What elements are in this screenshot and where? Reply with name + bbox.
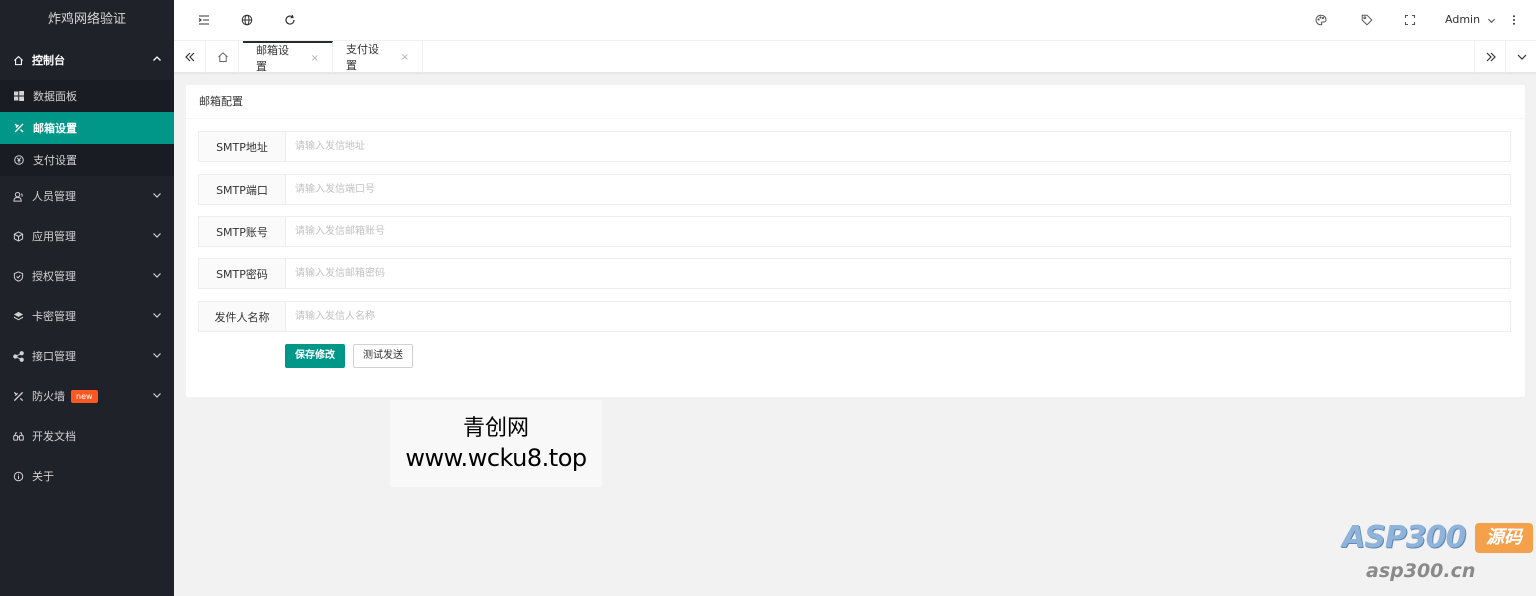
field-label: SMTP密码	[199, 259, 286, 288]
watermark-brand-tag: 源码	[1475, 523, 1533, 553]
tools-icon	[12, 390, 24, 402]
tab-home[interactable]	[207, 41, 239, 73]
smtp-password-input[interactable]	[286, 259, 1510, 288]
sidebar-item-payment-settings[interactable]: 支付设置	[0, 144, 174, 176]
watermark-brand: ASP300	[1342, 520, 1466, 555]
home-icon	[217, 52, 228, 62]
sidebar-item-users[interactable]: 人员管理	[0, 176, 174, 216]
close-icon[interactable]: ×	[401, 52, 409, 63]
top-header: Admin	[174, 0, 1536, 41]
sender-name-input[interactable]	[286, 302, 1510, 331]
double-chevron-right-icon	[1486, 52, 1496, 62]
tab-label: 邮箱设置	[256, 44, 289, 73]
tab-bar: 邮箱设置 × 支付设置 ×	[174, 41, 1536, 73]
chevron-down-icon	[153, 233, 161, 238]
email-config-card: 邮箱配置 SMTP地址 SMTP端口 SMTP账号 SMTP密码 发件人名称 保…	[186, 85, 1525, 397]
sidebar-item-label: 应用管理	[32, 230, 76, 243]
chevron-down-icon	[1517, 54, 1526, 60]
sidebar-item-docs[interactable]: 开发文档	[0, 416, 174, 456]
sidebar-item-dashboard[interactable]: 数据面板	[0, 80, 174, 112]
sidebar-item-label: 开发文档	[32, 430, 76, 443]
watermark-asp300: ASP300 源码 asp300.cn	[1340, 520, 1536, 590]
chevron-down-icon	[1487, 18, 1495, 23]
watermark-line1: 青创网	[462, 416, 529, 441]
sidebar-item-apps[interactable]: 应用管理	[0, 216, 174, 256]
layers-icon	[12, 310, 24, 322]
fullscreen-icon[interactable]	[1404, 14, 1416, 26]
home-icon	[12, 54, 24, 66]
chevron-down-icon	[153, 353, 161, 358]
watermark-brand-url: asp300.cn	[1366, 560, 1476, 582]
menu-fold-icon[interactable]	[198, 14, 210, 26]
user-icon	[12, 190, 24, 202]
sidebar-item-label: 授权管理	[32, 270, 76, 283]
binoculars-icon	[12, 430, 24, 442]
shield-check-icon	[12, 270, 24, 282]
sidebar-item-label: 数据面板	[33, 90, 77, 103]
test-send-button[interactable]: 测试发送	[353, 344, 413, 368]
cube-icon	[12, 230, 24, 242]
sidebar-item-authorization[interactable]: 授权管理	[0, 256, 174, 296]
sidebar-item-firewall[interactable]: 防火墙 new	[0, 376, 174, 416]
new-badge: new	[71, 389, 98, 403]
console-submenu: 数据面板 邮箱设置 支付设置	[0, 80, 174, 176]
smtp-host-input[interactable]	[286, 132, 1510, 161]
tab-label: 支付设置	[346, 43, 379, 72]
double-chevron-left-icon	[184, 52, 194, 62]
tab-email-settings[interactable]: 邮箱设置 ×	[243, 41, 333, 73]
sidebar: 炸鸡网络验证 控制台 数据面板 邮箱设置 支付设置 人员管理 应用管理 授权管理…	[0, 0, 174, 596]
card-title: 邮箱配置	[186, 85, 1525, 119]
form-row-smtp-host: SMTP地址	[198, 131, 1511, 162]
sidebar-item-label: 接口管理	[32, 350, 76, 363]
form-row-smtp-port: SMTP端口	[198, 174, 1511, 205]
smtp-port-input[interactable]	[286, 175, 1510, 204]
app-logo-title: 炸鸡网络验证	[0, 0, 174, 40]
share-icon	[12, 350, 24, 362]
sidebar-item-label: 卡密管理	[32, 310, 76, 323]
save-button[interactable]: 保存修改	[285, 344, 345, 368]
chevron-down-icon	[153, 313, 161, 318]
tag-icon[interactable]	[1361, 14, 1373, 26]
sidebar-item-label: 关于	[32, 470, 54, 483]
info-icon	[12, 470, 24, 482]
chevron-down-icon	[153, 393, 161, 398]
user-name: Admin	[1445, 13, 1481, 26]
form-row-smtp-password: SMTP密码	[198, 258, 1511, 289]
sidebar-item-about[interactable]: 关于	[0, 456, 174, 496]
field-label: SMTP端口	[199, 175, 286, 204]
tab-scroll-left-button[interactable]	[174, 41, 206, 73]
tab-scroll-right-button[interactable]	[1474, 41, 1506, 73]
field-label: 发件人名称	[199, 302, 286, 331]
theme-icon[interactable]	[1315, 14, 1327, 26]
user-menu[interactable]: Admin	[1445, 13, 1496, 26]
sidebar-item-label: 防火墙	[32, 390, 65, 403]
tools-icon	[14, 123, 24, 133]
tab-menu-button[interactable]	[1505, 41, 1536, 73]
sidebar-item-api[interactable]: 接口管理	[0, 336, 174, 376]
smtp-account-input[interactable]	[286, 217, 1510, 246]
sidebar-item-cards[interactable]: 卡密管理	[0, 296, 174, 336]
field-label: SMTP地址	[199, 132, 286, 161]
sidebar-item-label: 支付设置	[33, 154, 77, 167]
yen-circle-icon	[14, 155, 24, 165]
field-label: SMTP账号	[199, 217, 286, 246]
form-row-sender-name: 发件人名称	[198, 301, 1511, 332]
globe-icon[interactable]	[241, 14, 253, 26]
sidebar-item-console[interactable]: 控制台	[0, 40, 174, 80]
more-vertical-icon[interactable]	[1508, 14, 1520, 26]
refresh-icon[interactable]	[284, 14, 296, 26]
close-icon[interactable]: ×	[311, 53, 319, 64]
watermark-line2: www.wcku8.top	[405, 444, 587, 472]
chevron-down-icon	[153, 273, 161, 278]
watermark-qingchuang: 青创网 www.wcku8.top	[390, 400, 602, 487]
sidebar-item-label: 人员管理	[32, 190, 76, 203]
sidebar-item-label: 邮箱设置	[33, 122, 77, 135]
chevron-down-icon	[153, 193, 161, 198]
form-row-smtp-account: SMTP账号	[198, 216, 1511, 247]
sidebar-item-label: 控制台	[32, 54, 65, 67]
chevron-up-icon	[153, 56, 161, 61]
sidebar-item-email-settings[interactable]: 邮箱设置	[0, 112, 174, 144]
tab-payment-settings[interactable]: 支付设置 ×	[333, 41, 423, 73]
windows-icon	[14, 91, 24, 101]
